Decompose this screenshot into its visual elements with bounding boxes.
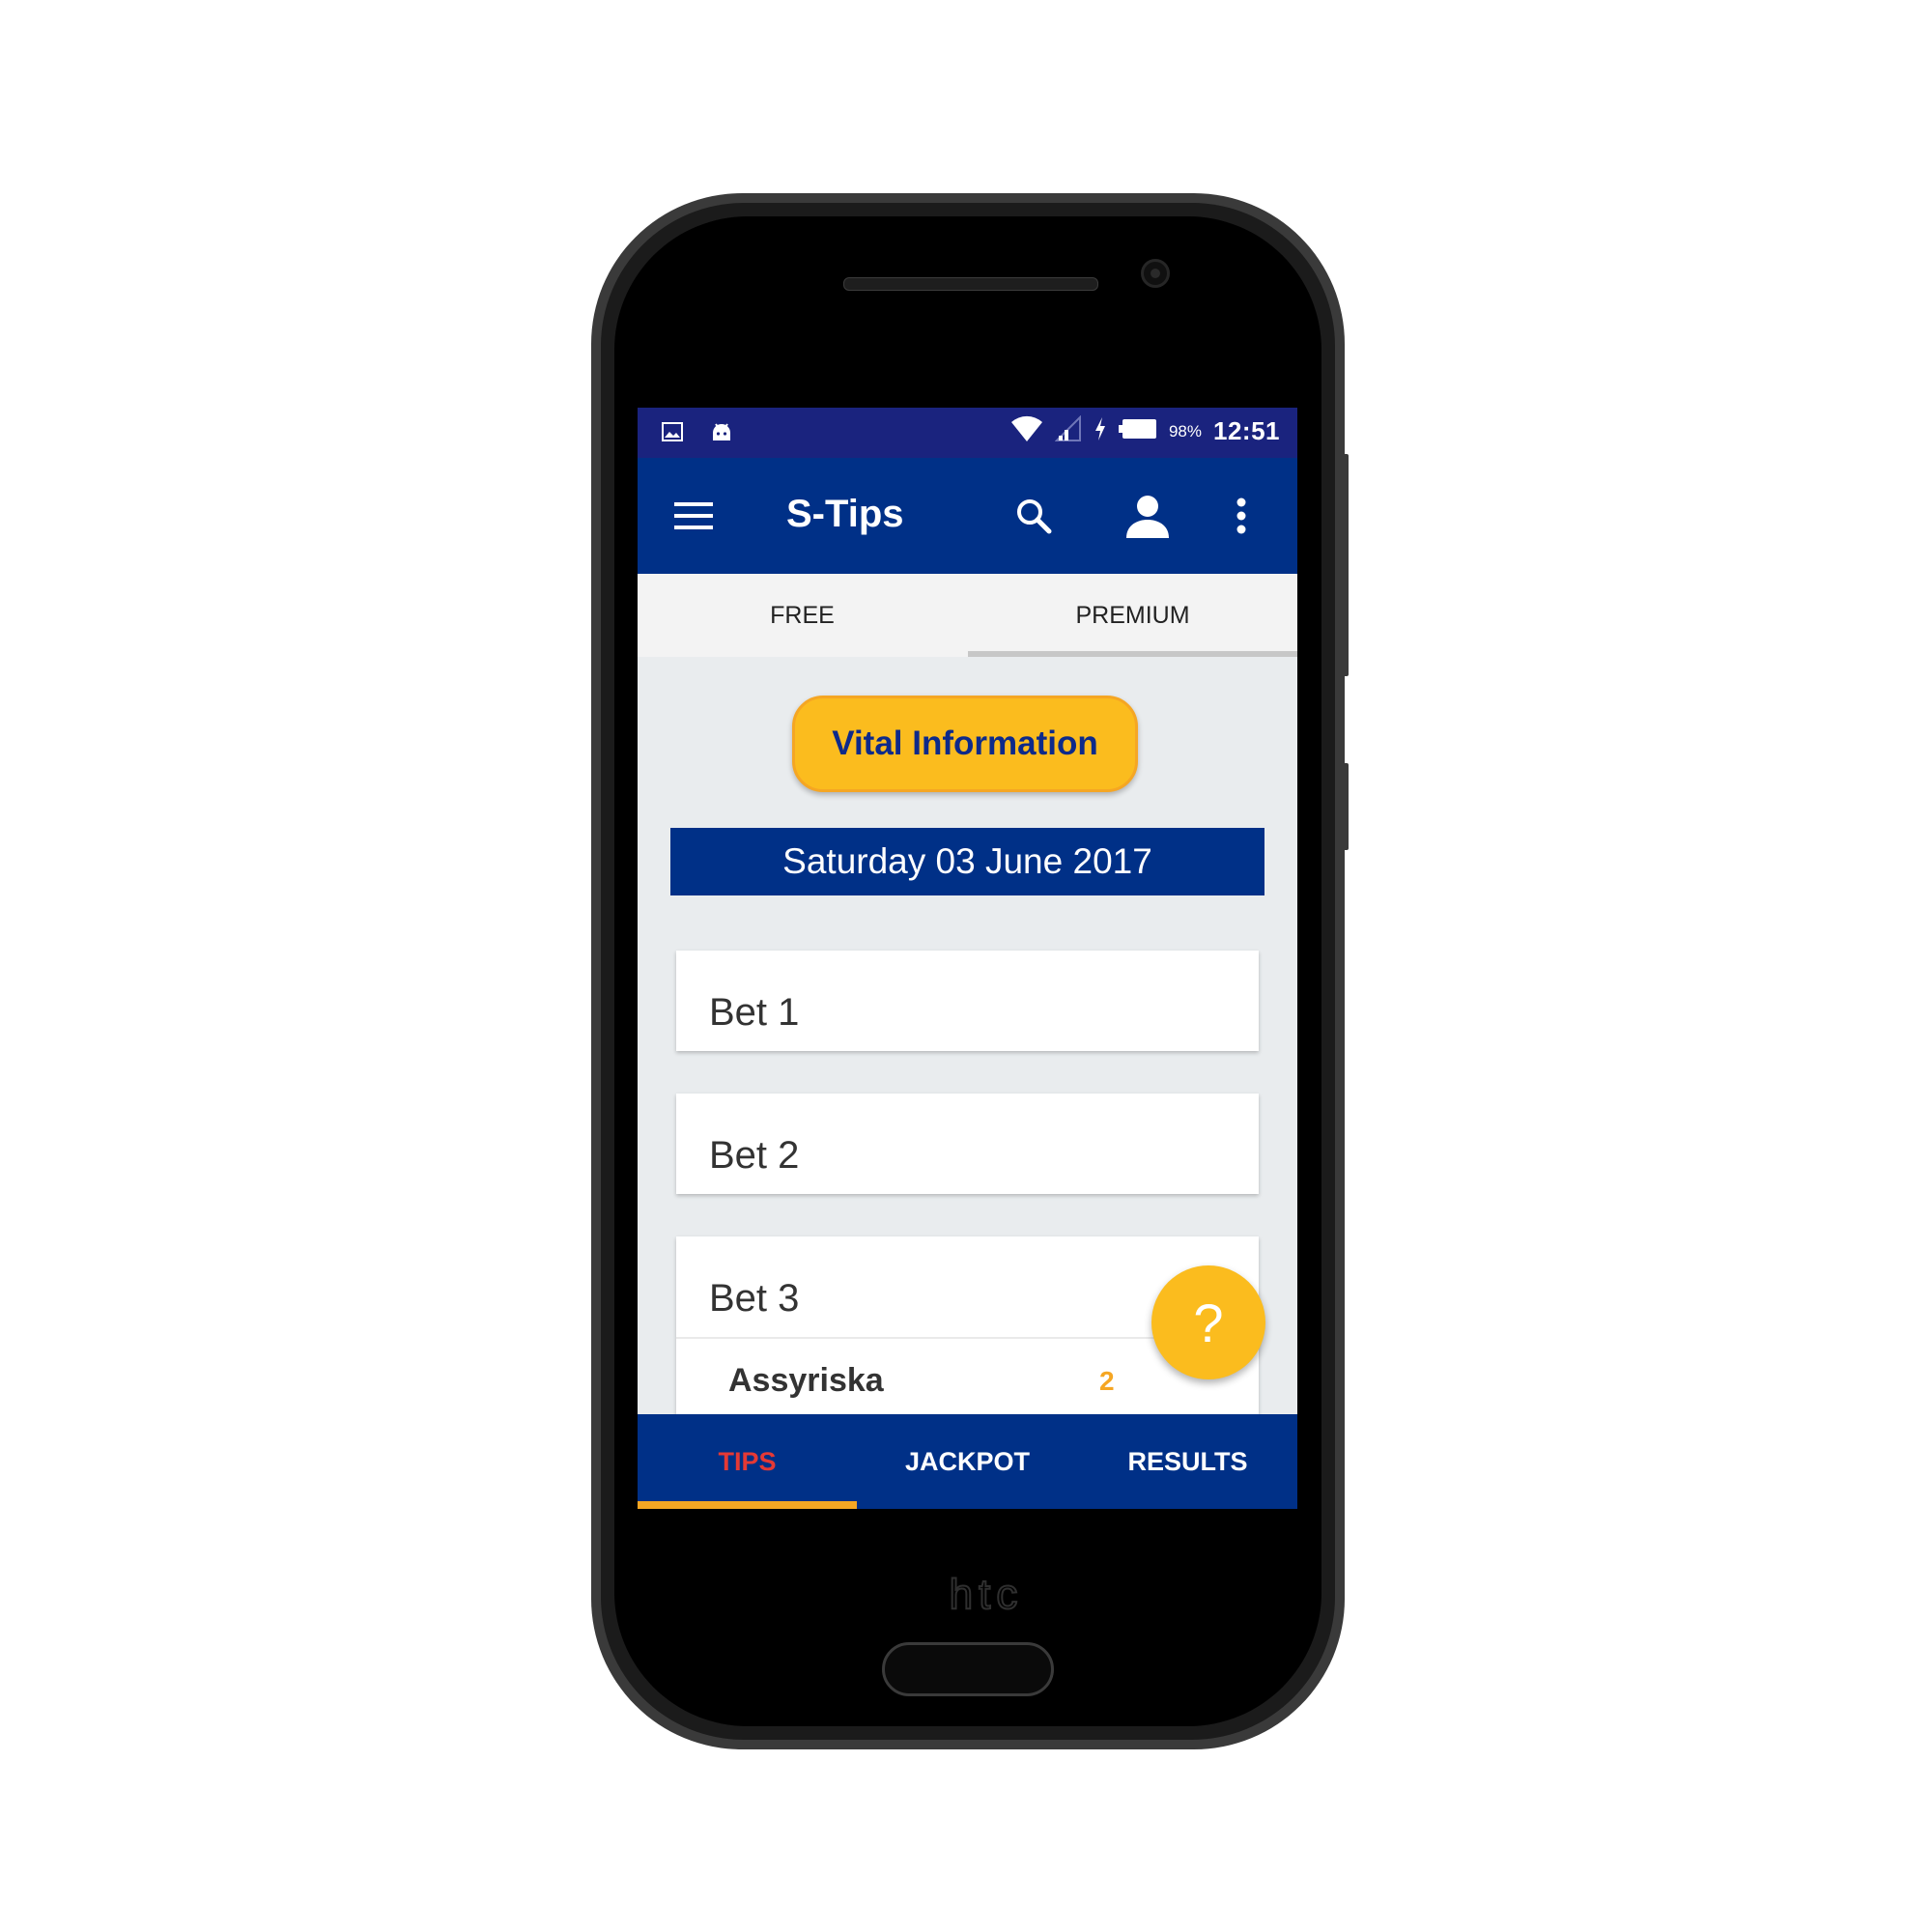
vital-information-button[interactable]: Vital Information (792, 696, 1138, 792)
android-icon (709, 419, 734, 449)
date-banner: Saturday 03 June 2017 (670, 828, 1264, 895)
signal-icon (1054, 414, 1082, 447)
image-icon (661, 420, 684, 448)
home-button[interactable] (882, 1642, 1054, 1696)
lightning-icon (1094, 416, 1107, 446)
clock: 12:51 (1213, 416, 1280, 445)
bet-title: Bet 3 (709, 1277, 800, 1320)
nav-results[interactable]: RESULTS (1078, 1414, 1297, 1509)
power-button (1343, 454, 1349, 676)
bet-card-1[interactable]: Bet 1 (676, 951, 1259, 1051)
wifi-icon (1010, 415, 1043, 447)
status-bar: 98% 12:51 (638, 408, 1297, 458)
tab-free[interactable]: FREE (638, 574, 967, 657)
bet-title: Bet 1 (709, 991, 800, 1034)
bet-title: Bet 2 (709, 1134, 800, 1177)
nav-selected-indicator (638, 1501, 857, 1509)
search-icon[interactable] (1007, 489, 1061, 543)
battery-percent: 98% (1168, 421, 1202, 440)
match-pick: 2 (1099, 1366, 1115, 1396)
app-screen: 98% 12:51 S-Tips FREE PREMIUM Vital Info… (638, 408, 1297, 1509)
earpiece-speaker (843, 277, 1098, 291)
account-icon[interactable] (1121, 489, 1175, 543)
nav-jackpot[interactable]: JACKPOT (858, 1414, 1077, 1509)
volume-button (1343, 763, 1349, 850)
battery-icon (1118, 418, 1157, 444)
help-question-icon[interactable]: ? (1151, 1265, 1265, 1379)
device-brand-logo: htc (949, 1570, 1024, 1619)
front-camera-icon (1141, 259, 1170, 288)
tab-bar: FREE PREMIUM (638, 574, 1297, 657)
nav-tips[interactable]: TIPS (638, 1414, 857, 1509)
more-vertical-icon[interactable] (1214, 489, 1268, 543)
app-bar: S-Tips (638, 458, 1297, 574)
app-title: S-Tips (786, 493, 904, 535)
bet-card-2[interactable]: Bet 2 (676, 1094, 1259, 1194)
tab-premium[interactable]: PREMIUM (968, 574, 1297, 657)
bottom-navigation: TIPS JACKPOT RESULTS (638, 1414, 1297, 1509)
hamburger-menu-icon[interactable] (667, 489, 721, 543)
tab-selected-indicator (968, 651, 1297, 657)
match-team: Assyriska (728, 1362, 884, 1399)
